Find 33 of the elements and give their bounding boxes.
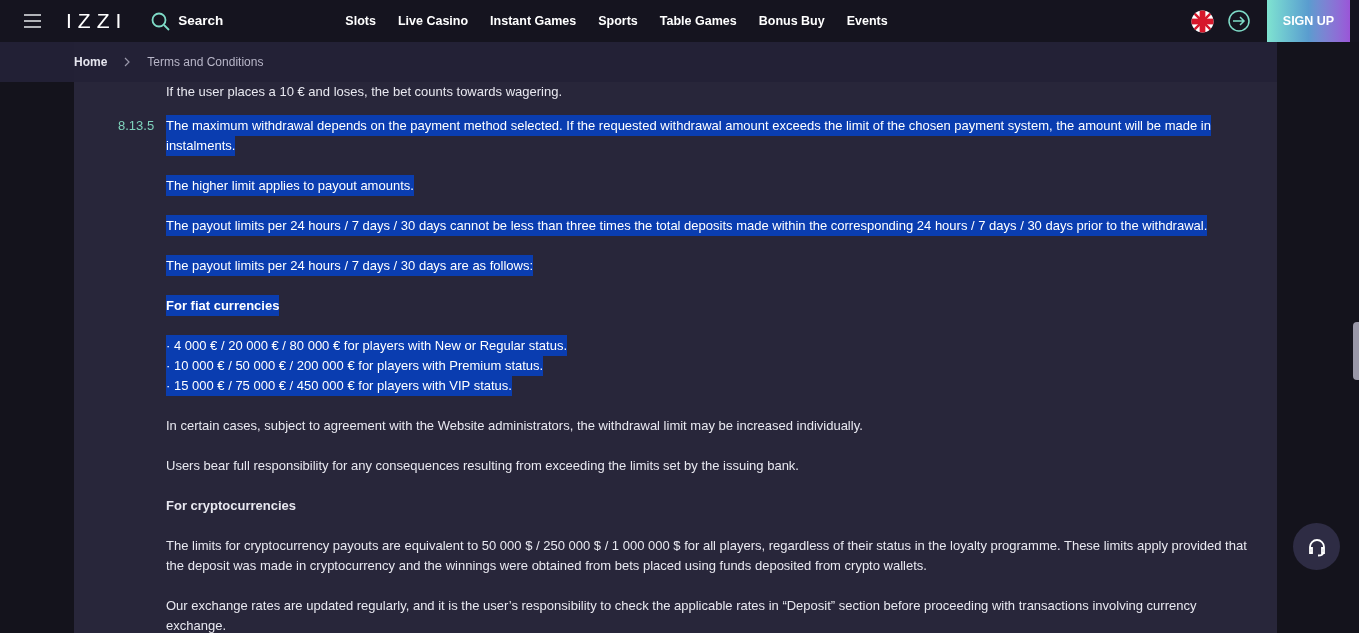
scrollbar-thumb[interactable] — [1353, 322, 1359, 380]
nav-link[interactable]: Bonus Buy — [758, 11, 825, 31]
breadcrumb-link[interactable]: Home — [74, 53, 108, 71]
clause-number: 8.13.5 — [118, 117, 156, 135]
list-item: · 10 000 € / 50 000 € / 200 000 € for players with Premium status. — [166, 356, 1255, 376]
nav-link[interactable]: Instant Games — [490, 11, 577, 31]
paragraph: Users bear full responsibility for any consequences resulting from exceeding the limits set by the issuing bank. — [166, 457, 800, 475]
sign-up-button[interactable]: SIGN UP — [1267, 0, 1350, 42]
section-heading: For fiat currencies — [166, 296, 1255, 316]
list-item: · 4 000 € / 20 000 € / 80 000 € for players with New or Regular status. — [166, 336, 1255, 356]
nav-link[interactable]: Events — [846, 11, 888, 31]
nav-link[interactable]: Table Games — [659, 11, 737, 31]
paragraph: The payout limits per 24 hours / 7 days / 30 days are as follows: — [166, 256, 1255, 276]
support-button[interactable] — [1293, 523, 1340, 570]
breadcrumb-current: Terms and Conditions — [147, 54, 264, 71]
flag-icon[interactable] — [1191, 9, 1214, 33]
search-icon[interactable] — [151, 11, 171, 31]
menu-icon[interactable] — [24, 14, 41, 28]
section-heading: For cryptocurrencies — [166, 497, 298, 515]
nav-link[interactable]: Live Casino — [397, 11, 469, 31]
paragraph: In certain cases, subject to agreement with the Website administrators, the withdrawal limit may be increased individually. — [166, 417, 864, 435]
paragraph: If the user places a 10 € and loses, the bet counts towards wagering. — [166, 83, 564, 101]
logo[interactable]: IZZI — [66, 5, 128, 37]
search-link[interactable]: Search — [178, 10, 224, 32]
nav-link[interactable]: Slots — [345, 11, 376, 31]
headset-icon — [1306, 536, 1327, 557]
paragraph: Our exchange rates are updated regularly, and it is the user’s responsibility to check the applicable rates in “Deposit” section before proceeding with transactions involving currency exchange. — [166, 597, 1198, 633]
list-item: · 15 000 € / 75 000 € / 450 000 € for players with VIP status. — [166, 376, 1255, 396]
paragraph: The limits for cryptocurrency payouts are equivalent to 50 000 $ / 250 000 $ / 1 000 000 $ for all players, regardless of their status in the loyalty programme. These limits apply provided that the deposit was made in cryptocurrency and the winnings were obtained from bets placed using funds deposited from crypto wallets. — [166, 537, 1248, 575]
nav-link[interactable]: Sports — [598, 11, 638, 31]
paragraph: The higher limit applies to payout amounts. — [166, 176, 1255, 196]
login-icon[interactable] — [1228, 10, 1250, 32]
chevron-icon — [124, 57, 131, 67]
